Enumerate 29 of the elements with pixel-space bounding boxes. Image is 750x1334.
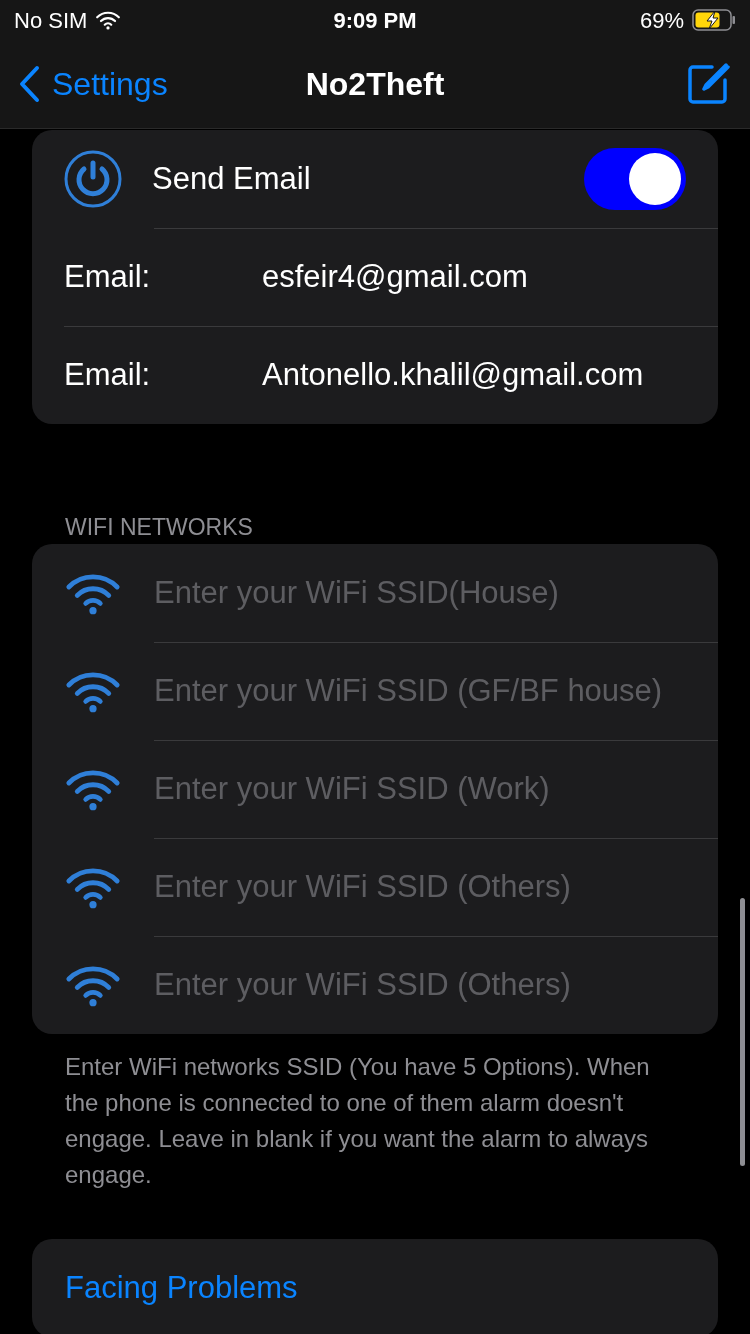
section-header: WIFI NETWORKS (65, 513, 254, 542)
ssid-field[interactable]: Enter your WiFi SSID (Others) (154, 962, 718, 1009)
wifi-icon (64, 571, 122, 615)
wifi-icon (64, 669, 122, 713)
facing-problems-link[interactable]: Facing Problems (65, 1264, 298, 1312)
email-label: Email: (64, 258, 152, 297)
ssid-field[interactable]: Enter your WiFi SSID (Work) (154, 766, 718, 813)
chevron-left-icon (18, 65, 40, 103)
email-field[interactable]: Antonello.khalil@gmail.com (262, 352, 718, 399)
charging-battery-icon (692, 9, 736, 31)
email-field[interactable]: esfeir4@gmail.com (262, 254, 628, 301)
carrier-label: No SIM (14, 6, 88, 35)
back-button[interactable]: Settings (18, 60, 168, 108)
wifi-icon (64, 963, 122, 1007)
compose-button[interactable] (686, 62, 730, 106)
compose-icon (686, 62, 730, 106)
power-icon (64, 150, 122, 208)
clock: 9:09 PM (333, 6, 417, 35)
send-email-label: Send Email (152, 159, 312, 198)
ssid-field[interactable]: Enter your WiFi SSID (GF/BF house) (154, 668, 718, 715)
wifi-icon (64, 865, 122, 909)
nav-title: No2Theft (305, 65, 445, 104)
section-footer: Enter WiFi networks SSID (You have 5 Options). When the phone is connected to one of them alarm doesn't engage. Leave in blank if you want the alarm to always engage. (65, 1049, 685, 1193)
ssid-field[interactable]: Enter your WiFi SSID(House) (154, 569, 718, 617)
wifi-icon (64, 767, 122, 811)
email-label: Email: (64, 356, 152, 395)
ssid-field[interactable]: Enter your WiFi SSID (Others) (154, 864, 718, 911)
battery-percent: 69% (639, 6, 684, 35)
wifi-signal-icon (95, 10, 122, 30)
